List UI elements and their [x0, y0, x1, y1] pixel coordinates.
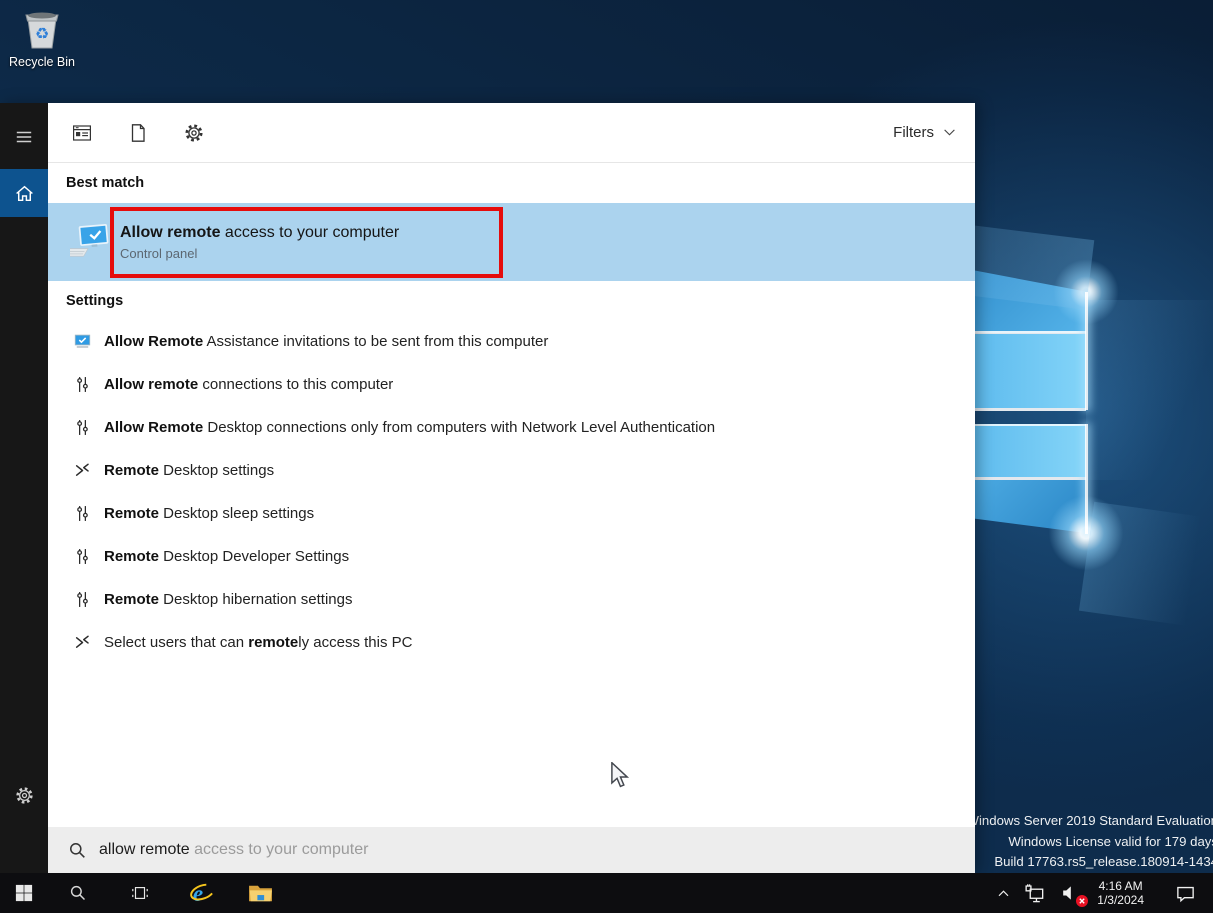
- settings-result-item[interactable]: Allow remote connections to this compute…: [48, 363, 975, 406]
- best-match-label: Best match: [48, 163, 975, 203]
- settings-result-item[interactable]: Remote Desktop sleep settings: [48, 492, 975, 535]
- home-tab[interactable]: [0, 169, 48, 217]
- settings-result-item[interactable]: Remote Desktop hibernation settings: [48, 578, 975, 621]
- chevron-up-icon: [996, 886, 1011, 901]
- settings-result-text: Select users that can remotely access th…: [104, 634, 412, 651]
- search-input[interactable]: allow remote access to your computer: [48, 827, 975, 873]
- internet-explorer-icon: e: [189, 880, 216, 907]
- apps-filter-icon[interactable]: [72, 123, 92, 143]
- monitor-check-large-icon: [70, 222, 112, 262]
- search-filter-bar: Filters: [48, 103, 975, 163]
- settings-result-item[interactable]: Allow Remote Assistance invitations to b…: [48, 320, 975, 363]
- home-icon: [14, 183, 35, 204]
- mute-badge-icon: [1076, 895, 1088, 907]
- wallpaper-window-edge: [1085, 424, 1088, 534]
- wrench-icon: [74, 462, 91, 479]
- best-match-result[interactable]: Allow remote access to your computer Con…: [48, 203, 975, 281]
- search-typed-text: allow remote: [99, 841, 190, 858]
- settings-result-item[interactable]: Allow Remote Desktop connections only fr…: [48, 406, 975, 449]
- settings-section-label: Settings: [48, 281, 975, 320]
- desktop: Windows Server 2019 Standard Evaluation …: [0, 0, 1213, 913]
- volume-tray-button[interactable]: [1053, 873, 1087, 913]
- clock-time: 4:16 AM: [1097, 879, 1144, 894]
- file-explorer-icon: [247, 880, 274, 907]
- settings-result-text: Remote Desktop Developer Settings: [104, 548, 349, 565]
- settings-result-item[interactable]: Select users that can remotely access th…: [48, 621, 975, 664]
- search-settings-button[interactable]: [0, 773, 48, 817]
- task-view-button[interactable]: [116, 873, 164, 913]
- search-icon: [69, 884, 87, 902]
- menu-icon: [15, 128, 33, 146]
- search-side-rail: [0, 103, 48, 873]
- settings-result-text: Allow Remote Desktop connections only fr…: [104, 419, 715, 436]
- watermark-line: Windows Server 2019 Standard Evaluation: [967, 811, 1213, 832]
- best-match-subtitle: Control panel: [120, 246, 399, 261]
- clock-date: 1/3/2024: [1097, 893, 1144, 908]
- internet-explorer-button[interactable]: e: [178, 873, 226, 913]
- filters-dropdown[interactable]: Filters: [893, 124, 975, 141]
- best-match-title: Allow remote access to your computer: [120, 224, 399, 242]
- system-tray: 4:16 AM 1/3/2024: [989, 873, 1213, 913]
- settings-result-text: Remote Desktop settings: [104, 462, 274, 479]
- settings-result-item[interactable]: Remote Desktop Developer Settings: [48, 535, 975, 578]
- gear-icon: [15, 786, 34, 805]
- taskbar: e 4:16 AM 1/3/2024: [0, 873, 1213, 913]
- sliders-icon: [74, 548, 91, 565]
- eval-watermark: Windows Server 2019 Standard Evaluation …: [967, 811, 1213, 873]
- filters-label: Filters: [893, 124, 934, 141]
- action-center-icon: [1175, 883, 1196, 904]
- recycle-bin-label: Recycle Bin: [6, 55, 78, 69]
- wallpaper-window-edge: [1085, 292, 1088, 410]
- start-button[interactable]: [0, 873, 48, 913]
- watermark-line: Windows License valid for 179 days: [967, 832, 1213, 853]
- file-explorer-button[interactable]: [236, 873, 284, 913]
- settings-result-text: Remote Desktop hibernation settings: [104, 591, 352, 608]
- network-tray-button[interactable]: [1018, 873, 1053, 913]
- monitor-check-icon: [74, 333, 91, 350]
- search-suggestion-text: access to your computer: [190, 841, 369, 858]
- magnifier-icon: [68, 841, 87, 860]
- settings-result-text: Allow remote connections to this compute…: [104, 376, 393, 393]
- sliders-icon: [74, 376, 91, 393]
- wallpaper-light-ray: [1086, 300, 1213, 480]
- svg-text:♻: ♻: [35, 24, 49, 43]
- search-results-panel: Filters Best match Allow remote access t…: [48, 103, 975, 873]
- menu-button[interactable]: [0, 115, 48, 159]
- settings-result-text: Allow Remote Assistance invitations to b…: [104, 333, 548, 350]
- settings-result-text: Remote Desktop sleep settings: [104, 505, 314, 522]
- tray-expand-button[interactable]: [989, 873, 1018, 913]
- task-view-icon: [131, 884, 149, 902]
- settings-results-list: Allow Remote Assistance invitations to b…: [48, 320, 975, 664]
- taskbar-clock[interactable]: 4:16 AM 1/3/2024: [1087, 879, 1154, 908]
- sliders-icon: [74, 591, 91, 608]
- documents-filter-icon[interactable]: [128, 123, 148, 143]
- action-center-button[interactable]: [1168, 873, 1203, 913]
- start-icon: [15, 884, 33, 902]
- taskbar-search-button[interactable]: [54, 873, 102, 913]
- recycle-bin-icon: ♻: [19, 6, 65, 54]
- settings-result-item[interactable]: Remote Desktop settings: [48, 449, 975, 492]
- recycle-bin[interactable]: ♻ Recycle Bin: [6, 6, 78, 69]
- search-flyout-panel: Filters Best match Allow remote access t…: [0, 103, 975, 873]
- wrench-icon: [74, 634, 91, 651]
- sliders-icon: [74, 419, 91, 436]
- watermark-line: Build 17763.rs5_release.180914-1434: [967, 852, 1213, 873]
- chevron-down-icon: [942, 125, 957, 140]
- settings-filter-icon[interactable]: [184, 123, 204, 143]
- sliders-icon: [74, 505, 91, 522]
- ethernet-icon: [1025, 883, 1046, 904]
